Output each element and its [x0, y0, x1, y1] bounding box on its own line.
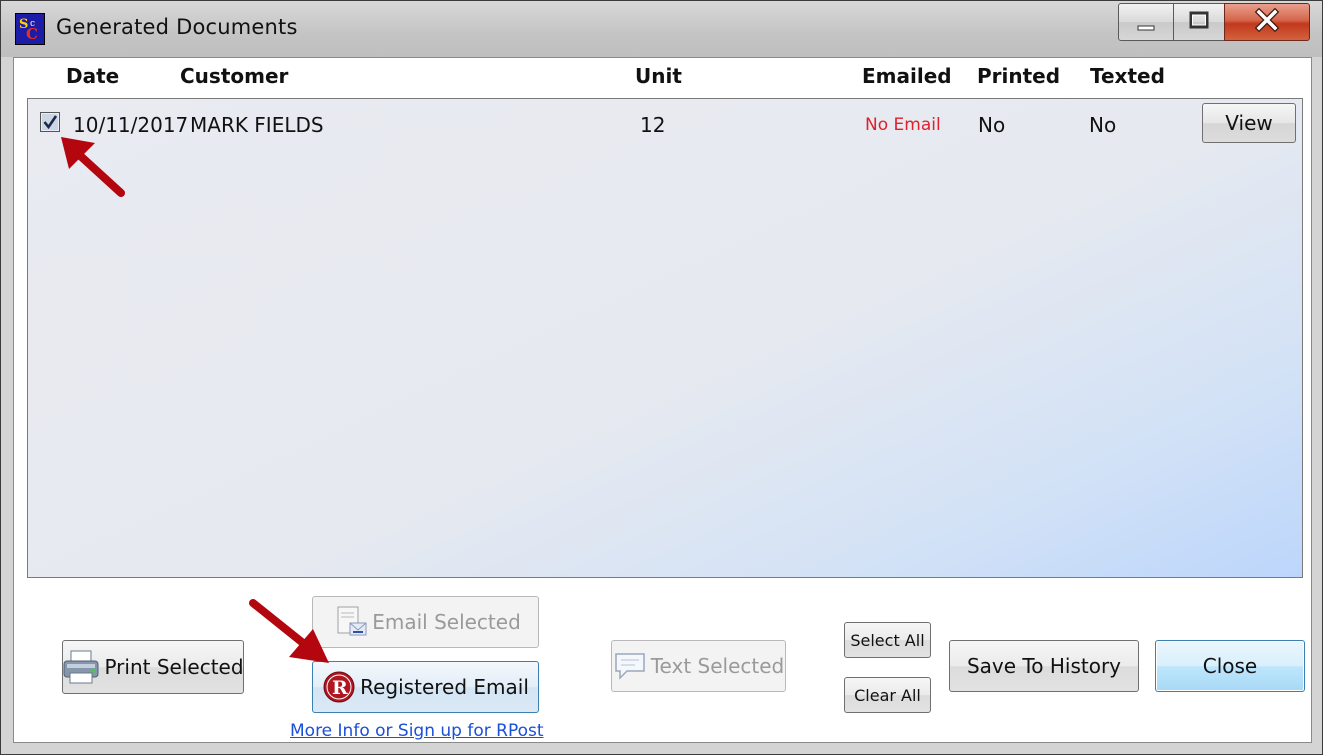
client-area: Date Customer Unit Emailed Printed Texte…: [13, 57, 1312, 743]
column-header-unit[interactable]: Unit: [635, 64, 682, 88]
column-header-emailed[interactable]: Emailed: [862, 64, 952, 88]
clear-all-button[interactable]: Clear All: [844, 677, 931, 713]
email-selected-label: Email Selected: [372, 610, 521, 634]
window-title: Generated Documents: [56, 15, 298, 39]
row-emailed-status: No Email: [865, 115, 941, 135]
printer-icon: [62, 649, 100, 685]
select-all-button[interactable]: Select All: [844, 622, 931, 658]
row-printed-status: No: [978, 113, 1006, 137]
title-bar[interactable]: S C c Generated Documents: [1, 1, 1322, 57]
column-header-customer[interactable]: Customer: [180, 64, 288, 88]
view-button[interactable]: View: [1202, 103, 1296, 143]
print-selected-label: Print Selected: [104, 655, 244, 679]
minimize-button[interactable]: [1118, 3, 1174, 41]
text-selected-button[interactable]: Text Selected: [611, 640, 786, 692]
close-icon: [1254, 7, 1280, 33]
column-header-date[interactable]: Date: [66, 64, 119, 88]
save-to-history-button[interactable]: Save To History: [949, 640, 1139, 692]
close-button[interactable]: Close: [1155, 640, 1305, 692]
documents-list[interactable]: 10/11/2017 MARK FIELDS 12 No Email No No…: [27, 98, 1303, 578]
app-logo-icon[interactable]: S C c: [15, 13, 45, 45]
svg-text:R: R: [332, 677, 348, 699]
registered-email-label: Registered Email: [360, 675, 529, 699]
generated-documents-window: S C c Generated Documents Date Customer …: [0, 0, 1323, 755]
maximize-icon: [1189, 11, 1209, 29]
email-selected-button[interactable]: Email Selected: [312, 596, 539, 648]
print-selected-button[interactable]: Print Selected: [62, 640, 244, 694]
minimize-icon: [1137, 25, 1155, 31]
speech-bubble-icon: [613, 651, 647, 681]
text-selected-label: Text Selected: [650, 654, 785, 678]
column-header-printed[interactable]: Printed: [977, 64, 1060, 88]
column-headers: Date Customer Unit Emailed Printed Texte…: [14, 58, 1311, 98]
row-texted-status: No: [1089, 113, 1117, 137]
rpost-info-link[interactable]: More Info or Sign up for RPost: [290, 721, 544, 741]
row-date: 10/11/2017: [73, 113, 189, 137]
row-select-checkbox[interactable]: [40, 112, 60, 132]
row-unit: 12: [640, 113, 666, 137]
maximize-button[interactable]: [1173, 3, 1225, 41]
close-window-button[interactable]: [1224, 3, 1310, 41]
row-customer: MARK FIELDS: [190, 113, 324, 137]
registered-email-button[interactable]: R Registered Email: [312, 661, 539, 713]
table-row[interactable]: 10/11/2017 MARK FIELDS 12 No Email No No…: [28, 99, 1302, 151]
email-document-icon: [330, 605, 368, 639]
checkmark-icon: [42, 114, 58, 130]
column-header-texted[interactable]: Texted: [1090, 64, 1165, 88]
svg-text:c: c: [30, 19, 35, 29]
rpost-logo-icon: R: [322, 670, 356, 704]
